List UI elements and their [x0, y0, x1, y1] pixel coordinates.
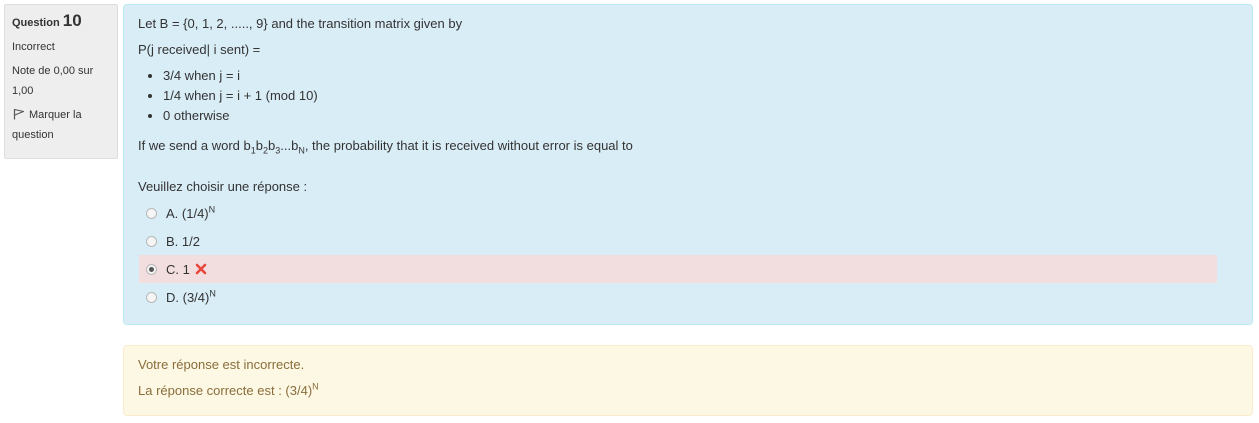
- correct-answer-text: La réponse correcte est : (3/4)N: [138, 381, 319, 398]
- answer-label-d[interactable]: D. (3/4)N: [166, 289, 216, 305]
- radio-a[interactable]: [146, 207, 157, 219]
- feedback-verdict: Votre réponse est incorrecte.: [138, 357, 305, 372]
- answer-option-b[interactable]: B. 1/2: [139, 227, 1217, 255]
- answer-list: A. (1/4)N B. 1/2 C. 1 D. (3/4)N: [138, 199, 1238, 311]
- flag-icon: [13, 108, 25, 120]
- feedback-panel: Votre réponse est incorrecte. La réponse…: [123, 345, 1253, 416]
- question-statement: If we send a word b1b2b3...bN, the proba…: [138, 138, 633, 156]
- answer-label-c[interactable]: C. 1: [166, 262, 207, 277]
- flag-question-link[interactable]: Marquer la question: [12, 105, 110, 145]
- question-state: Incorrect: [12, 41, 55, 53]
- question-info-panel: Question 10 Incorrect Note de 0,00 sur 1…: [4, 4, 118, 159]
- question-formulation: Let B = {0, 1, 2, ....., 9} and the tran…: [123, 4, 1253, 325]
- question-text: Let B = {0, 1, 2, ....., 9} and the tran…: [138, 14, 1238, 156]
- question-grade: Note de 0,00 sur 1,00: [12, 65, 94, 97]
- question-word: Question: [12, 17, 60, 29]
- radio-selected-dot: [149, 266, 154, 272]
- answer-label-a[interactable]: A. (1/4)N: [166, 205, 215, 221]
- rule-item: 3/4 when j = i: [163, 66, 1238, 86]
- incorrect-cross-icon: [195, 263, 207, 274]
- question-intro: Let B = {0, 1, 2, ....., 9} and the tran…: [138, 16, 463, 31]
- rule-item: 1/4 when j = i + 1 (mod 10): [163, 86, 1238, 106]
- rules-list: 3/4 when j = i 1/4 when j = i + 1 (mod 1…: [138, 66, 1238, 126]
- radio-d[interactable]: [146, 291, 157, 303]
- answer-prompt: Veuillez choisir une réponse :: [138, 179, 308, 194]
- answer-option-d[interactable]: D. (3/4)N: [139, 283, 1217, 311]
- answer-label-b[interactable]: B. 1/2: [166, 234, 200, 249]
- rule-item: 0 otherwise: [163, 106, 1238, 126]
- radio-c[interactable]: [146, 263, 157, 275]
- answer-option-c[interactable]: C. 1: [139, 255, 1217, 283]
- probability-definition: P(j received| i sent) =: [138, 42, 261, 57]
- radio-b[interactable]: [146, 235, 157, 247]
- question-number-heading: Question 10: [12, 11, 110, 33]
- question-number: 10: [62, 11, 82, 30]
- answer-option-a[interactable]: A. (1/4)N: [139, 199, 1217, 227]
